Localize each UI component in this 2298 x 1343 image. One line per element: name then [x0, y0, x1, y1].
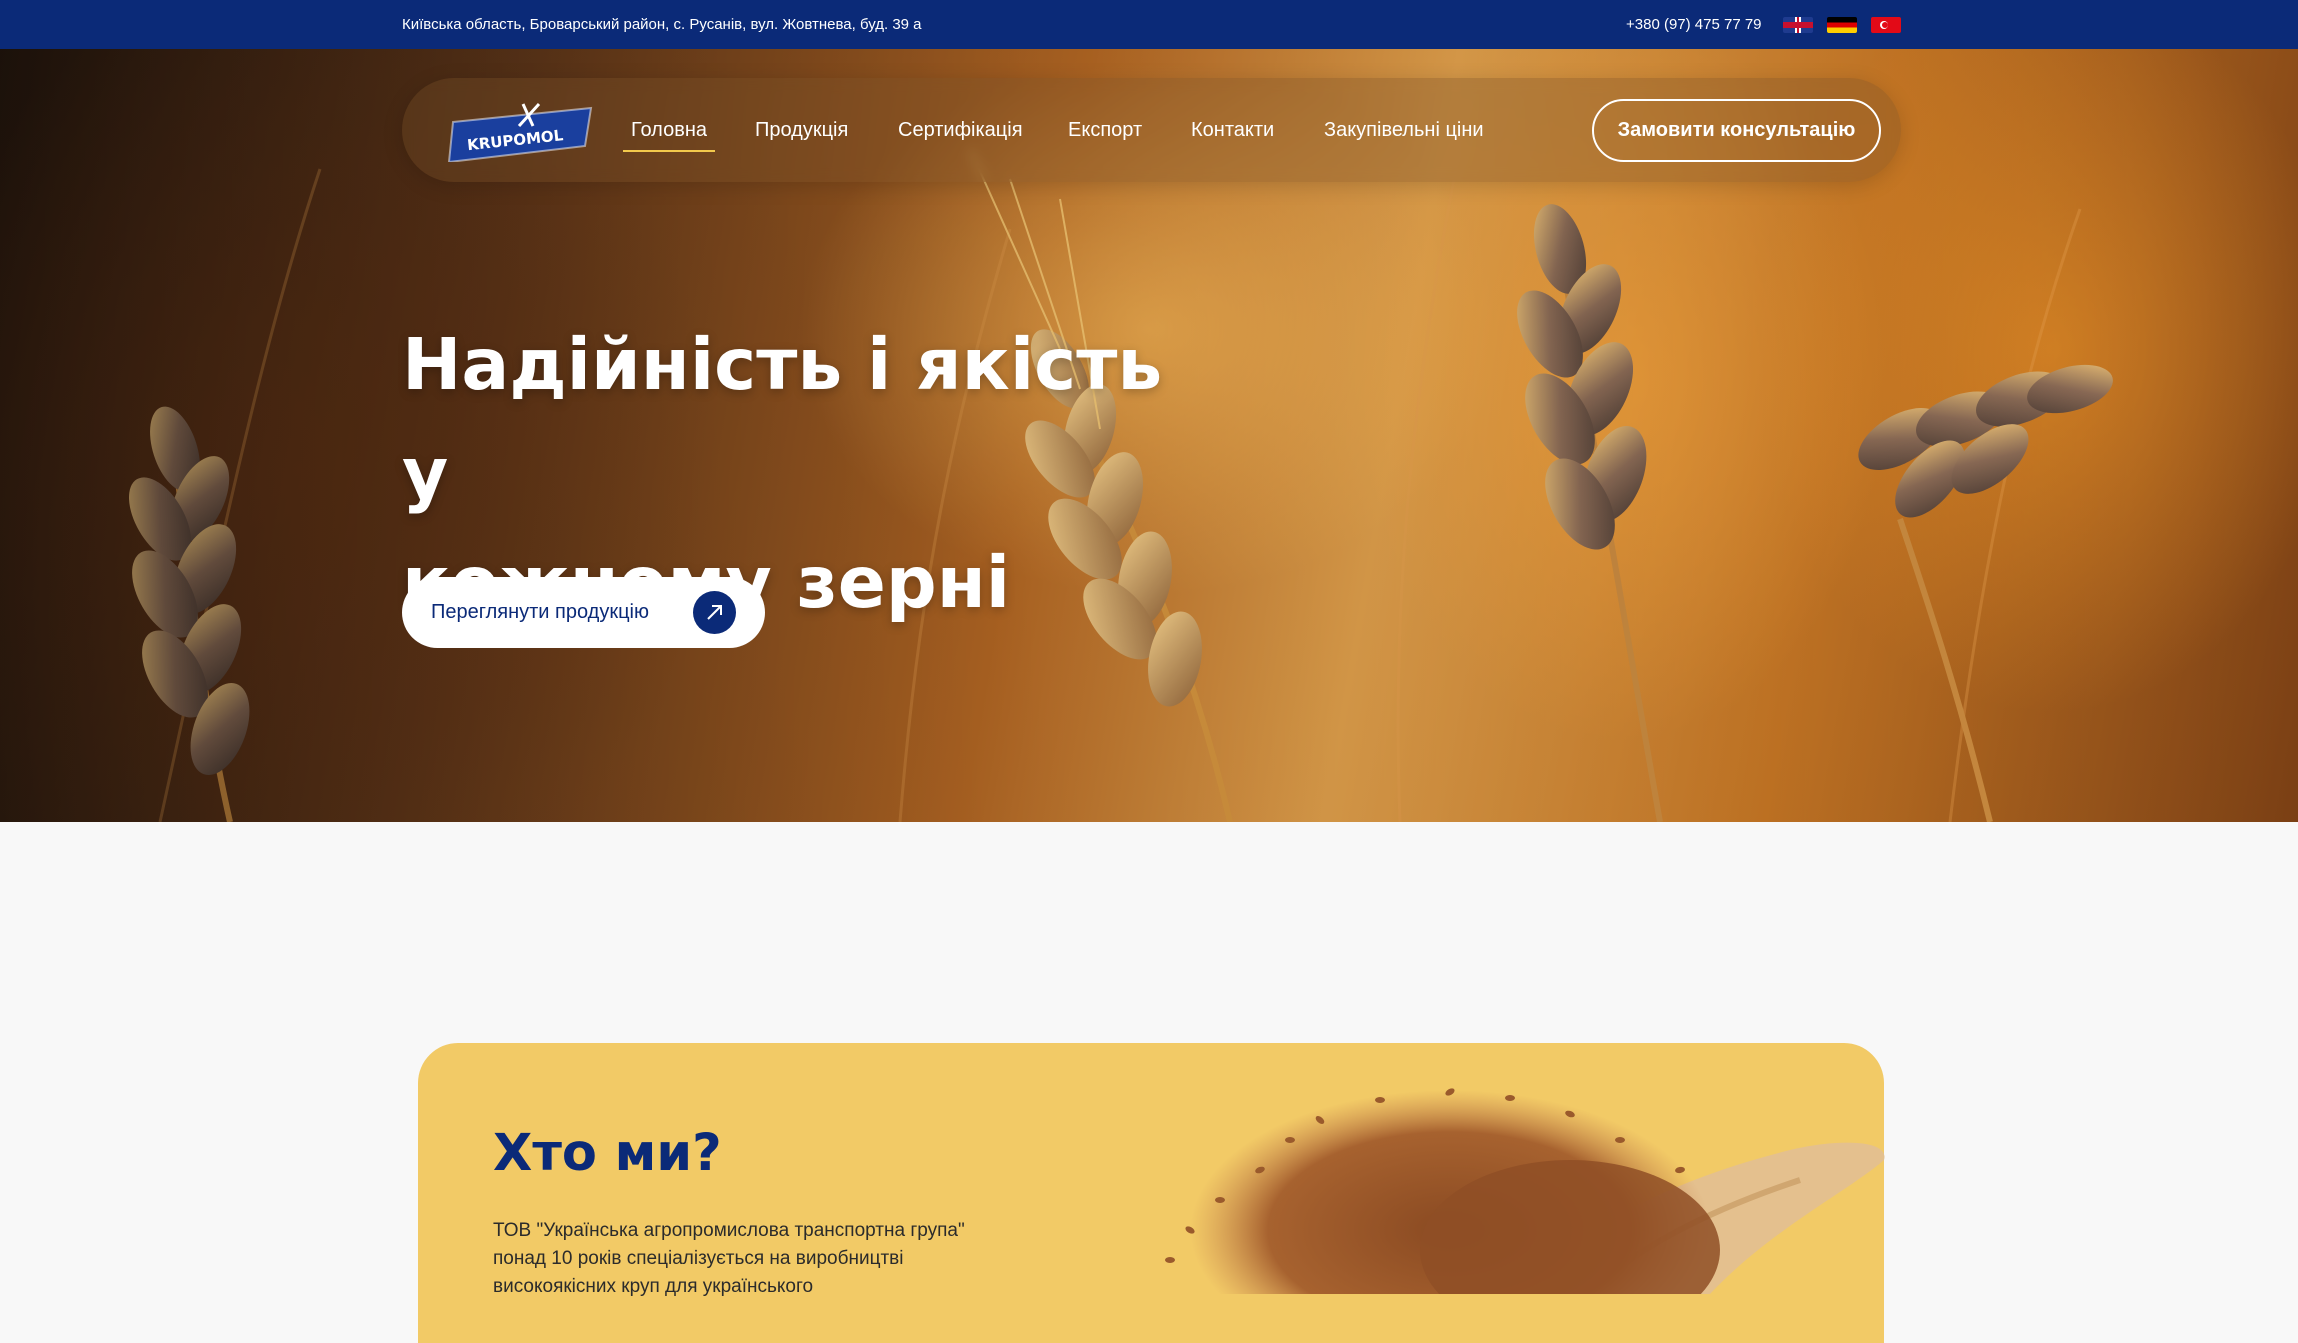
- about-title: Хто ми?: [493, 1124, 722, 1183]
- nav-contacts-link[interactable]: Контакти: [1191, 119, 1274, 142]
- nav-export-link[interactable]: Експорт: [1068, 119, 1142, 142]
- flax-seeds-image: [1165, 1088, 1885, 1294]
- krupomol-logo[interactable]: KRUPOMOL: [447, 100, 593, 162]
- tr-flag-icon[interactable]: [1871, 17, 1901, 33]
- de-flag-icon[interactable]: [1827, 17, 1857, 33]
- nav-purchase-prices-link[interactable]: Закупівельні ціни: [1324, 119, 1484, 142]
- en-flag-icon[interactable]: [1783, 17, 1813, 33]
- hero-title-line-1: Надійність і якість у: [402, 323, 1163, 515]
- nav-home-link[interactable]: Головна: [623, 119, 715, 152]
- nav-products-link[interactable]: Продукція: [755, 119, 848, 142]
- phone-link[interactable]: +380 (97) 475 77 79: [1626, 16, 1762, 33]
- view-products-button[interactable]: Переглянути продукцію: [402, 577, 765, 648]
- about-text: ТОВ "Українська агропромислова транспорт…: [493, 1220, 965, 1297]
- arrow-up-right-icon: [693, 591, 736, 634]
- order-consultation-button[interactable]: Замовити консультацію: [1592, 99, 1881, 162]
- nav-certification-link[interactable]: Сертифікація: [898, 119, 1023, 142]
- top-info-bar: Київська область, Броварський район, с. …: [0, 0, 2298, 49]
- view-products-label: Переглянути продукцію: [431, 601, 649, 623]
- address-text: Київська область, Броварський район, с. …: [402, 16, 922, 33]
